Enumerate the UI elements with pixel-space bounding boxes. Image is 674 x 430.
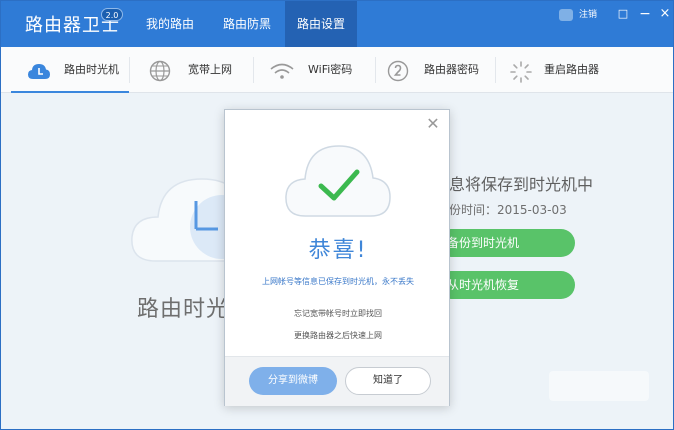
- subtab-wifi-password[interactable]: WiFi密码: [253, 47, 375, 93]
- app-window: 路由器卫士 2.0 我的路由 路由防黑 路由设置 注销 □ − × 路由时光机: [0, 0, 674, 430]
- subtab-label: 路由器密码: [424, 63, 479, 76]
- subtab-router-password[interactable]: 路由器密码: [375, 47, 495, 93]
- user-avatar-icon[interactable]: [559, 9, 573, 21]
- wifi-icon: [269, 60, 294, 82]
- divider: [129, 57, 130, 83]
- got-it-button[interactable]: 知道了: [345, 367, 431, 395]
- subtab-broadband[interactable]: 宽带上网: [131, 47, 253, 93]
- success-dialog: ✕ 恭喜! 上网帐号等信息已保存到时光机，永不丢失 忘记宽带帐号时立即找回 更换…: [224, 109, 450, 406]
- nav-tab-router-security[interactable]: 路由防黑: [211, 1, 283, 47]
- subtab-label: WiFi密码: [308, 63, 353, 76]
- window-restore-button[interactable]: □: [615, 6, 631, 22]
- globe-icon: [149, 60, 171, 82]
- subtab-restart-router[interactable]: 重启路由器: [495, 47, 615, 93]
- dialog-footer: 分享到微博 知道了: [225, 356, 449, 406]
- dialog-message: 上网帐号等信息已保存到时光机，永不丢失: [262, 277, 414, 286]
- dialog-title: 恭喜!: [308, 238, 368, 263]
- restart-spinner-icon: [509, 60, 532, 83]
- window-minimize-button[interactable]: −: [637, 6, 653, 22]
- nav-tab-my-router[interactable]: 我的路由: [135, 1, 205, 47]
- window-close-button[interactable]: ×: [657, 6, 673, 22]
- settings-subtab-bar: 路由时光机 宽带上网 WiFi密码 路由器密码 重启路由器: [1, 47, 673, 93]
- logout-link[interactable]: 注销: [579, 9, 597, 21]
- dialog-tip: 忘记宽带帐号时立即找回: [294, 309, 382, 318]
- share-to-weibo-button[interactable]: 分享到微博: [249, 367, 337, 395]
- time-machine-cloud-icon: [27, 60, 50, 82]
- subtab-time-machine[interactable]: 路由时光机: [11, 47, 129, 93]
- subtab-label: 宽带上网: [188, 63, 232, 76]
- nav-tab-router-settings[interactable]: 路由设置: [285, 1, 357, 47]
- version-badge: 2.0: [101, 8, 123, 21]
- subtab-label: 重启路由器: [544, 63, 599, 76]
- subtab-label: 路由时光机: [64, 63, 119, 76]
- dialog-tip: 更换路由器之后快速上网: [294, 331, 382, 340]
- dialog-close-button[interactable]: ✕: [425, 116, 441, 132]
- title-bar: 路由器卫士 2.0 我的路由 路由防黑 路由设置 注销 □ − ×: [1, 1, 673, 47]
- success-cloud-check-icon: [283, 134, 393, 224]
- password-icon: [387, 60, 409, 82]
